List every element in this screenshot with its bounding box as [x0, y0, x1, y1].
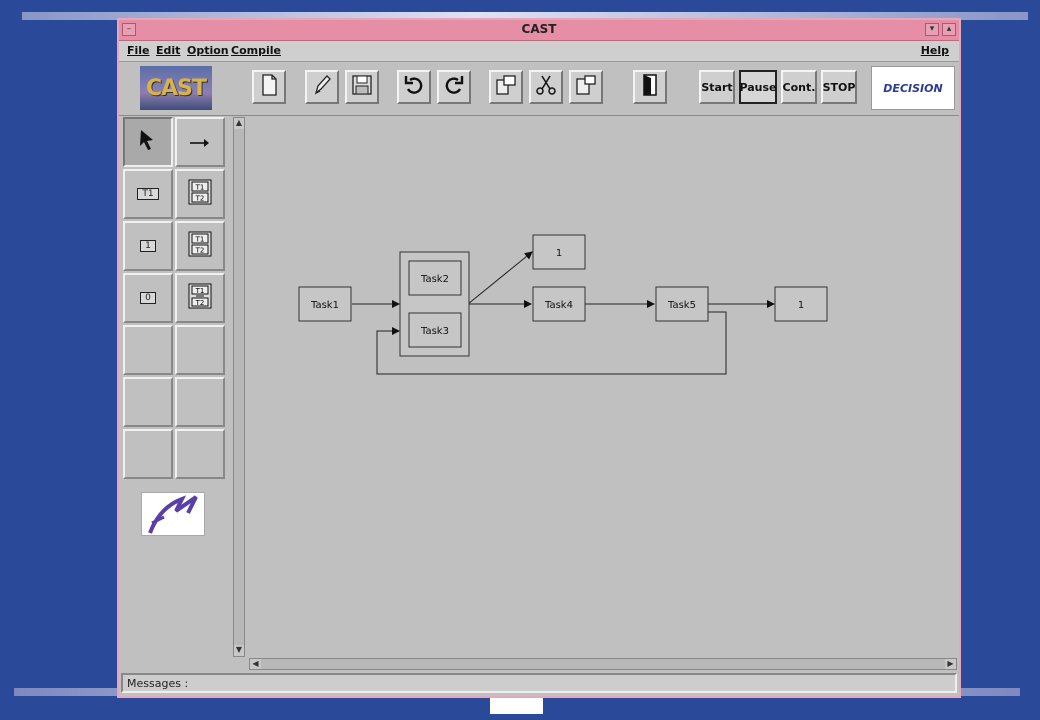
scroll-right-icon[interactable]: ▶ [945, 659, 956, 669]
and-block-icon: T1 T2 [188, 283, 212, 313]
select-cursor-icon [137, 128, 159, 156]
task4-label: Task4 [544, 300, 573, 311]
redo-button[interactable] [437, 70, 471, 104]
palette-constant-zero-tool[interactable]: 0 [123, 273, 173, 323]
messages-label: Messages : [127, 677, 189, 690]
svg-text:T1: T1 [195, 184, 205, 192]
parallel-block-icon: T1 T2 [188, 231, 212, 261]
undo-icon [402, 73, 426, 101]
palette-empty-cell [175, 325, 225, 375]
diagram-svg: Task1 Task2 Task3 1 Task4 Task5 1 [298, 234, 828, 375]
svg-text:T2: T2 [195, 247, 205, 255]
palette-parallel-tool[interactable]: T1 T2 [175, 221, 225, 271]
pause-button[interactable]: Pause [739, 70, 777, 104]
edit-button[interactable] [305, 70, 339, 104]
new-file-icon [257, 73, 281, 101]
start-button[interactable]: Start [699, 70, 735, 104]
cut-button[interactable] [529, 70, 563, 104]
menu-file[interactable]: File [127, 44, 150, 57]
horizontal-scrollbar[interactable]: ◀ ▶ [249, 658, 957, 670]
maximize-button[interactable]: ▴ [942, 23, 956, 36]
palette-empty-cell [175, 377, 225, 427]
palette-and-tool[interactable]: T1 T2 [175, 273, 225, 323]
menu-help[interactable]: Help [921, 44, 949, 57]
save-disk-icon [350, 73, 374, 101]
svg-text:T1: T1 [195, 236, 205, 244]
undo-button[interactable] [397, 70, 431, 104]
palette-select-tool[interactable] [123, 117, 173, 167]
paste-icon [574, 73, 598, 101]
institute-logo [141, 492, 205, 536]
palette-constant-one-tool[interactable]: 1 [123, 221, 173, 271]
svg-text:T1: T1 [195, 287, 205, 295]
copy-icon [494, 73, 518, 101]
exit-button[interactable] [633, 70, 667, 104]
window-titlebar[interactable]: – CAST ▾ ▴ [119, 20, 959, 41]
task1-label: Task1 [310, 300, 339, 311]
window-title: CAST [521, 22, 557, 36]
scroll-up-icon[interactable]: ▲ [234, 118, 244, 129]
new-file-button[interactable] [252, 70, 286, 104]
minimize-button[interactable]: ▾ [925, 23, 939, 36]
output-top-label: 1 [556, 248, 562, 259]
task3-label: Task3 [420, 326, 449, 337]
output-right-label: 1 [798, 300, 804, 311]
stop-button[interactable]: STOP [821, 70, 857, 104]
palette-empty-cell [175, 429, 225, 479]
task5-label: Task5 [667, 300, 696, 311]
decision-logo: DECISION [871, 66, 955, 110]
menu-bar: File Edit Option Compile Help [119, 41, 959, 62]
vertical-scrollbar[interactable]: ▲ ▼ [233, 117, 245, 657]
task-block-label: T1 [137, 188, 159, 200]
edge-group-out-top [467, 251, 533, 305]
edit-pencil-icon [310, 73, 334, 101]
constant-one-label: 1 [140, 240, 156, 252]
paste-button[interactable] [569, 70, 603, 104]
save-button[interactable] [345, 70, 379, 104]
menu-compile[interactable]: Compile [231, 44, 281, 57]
cast-window: – CAST ▾ ▴ File Edit Option Compile Help… [117, 18, 961, 698]
task2-label: Task2 [420, 274, 449, 285]
messages-bar: Messages : [121, 673, 957, 693]
redo-icon [442, 73, 466, 101]
svg-text:T2: T2 [195, 299, 205, 307]
diagram-canvas[interactable]: Task1 Task2 Task3 1 Task4 Task5 1 [249, 117, 957, 657]
sequence-block-icon: T1 T2 [188, 179, 212, 209]
tool-palette: T1 T1 T2 1 T1 T2 0 T1 T2 [123, 117, 227, 487]
scroll-left-icon[interactable]: ◀ [250, 659, 261, 669]
arrow-connector-icon [189, 133, 211, 152]
cast-logo: CAST [140, 66, 212, 110]
copy-button[interactable] [489, 70, 523, 104]
scroll-down-icon[interactable]: ▼ [234, 645, 244, 656]
palette-empty-cell [123, 377, 173, 427]
cut-scissors-icon [534, 73, 558, 101]
constant-zero-label: 0 [140, 292, 156, 304]
svg-text:T2: T2 [195, 195, 205, 203]
palette-sequence-tool[interactable]: T1 T2 [175, 169, 225, 219]
continue-button[interactable]: Cont. [781, 70, 817, 104]
toolbar: CAST Start Pause Cont. STOP DECISION [119, 62, 959, 116]
palette-empty-cell [123, 325, 173, 375]
palette-empty-cell [123, 429, 173, 479]
exit-door-icon [638, 73, 662, 101]
palette-task-tool[interactable]: T1 [123, 169, 173, 219]
palette-arrow-tool[interactable] [175, 117, 225, 167]
decision-logo-text: DECISION [883, 81, 943, 95]
menu-option[interactable]: Option [187, 44, 229, 57]
menu-edit[interactable]: Edit [156, 44, 180, 57]
